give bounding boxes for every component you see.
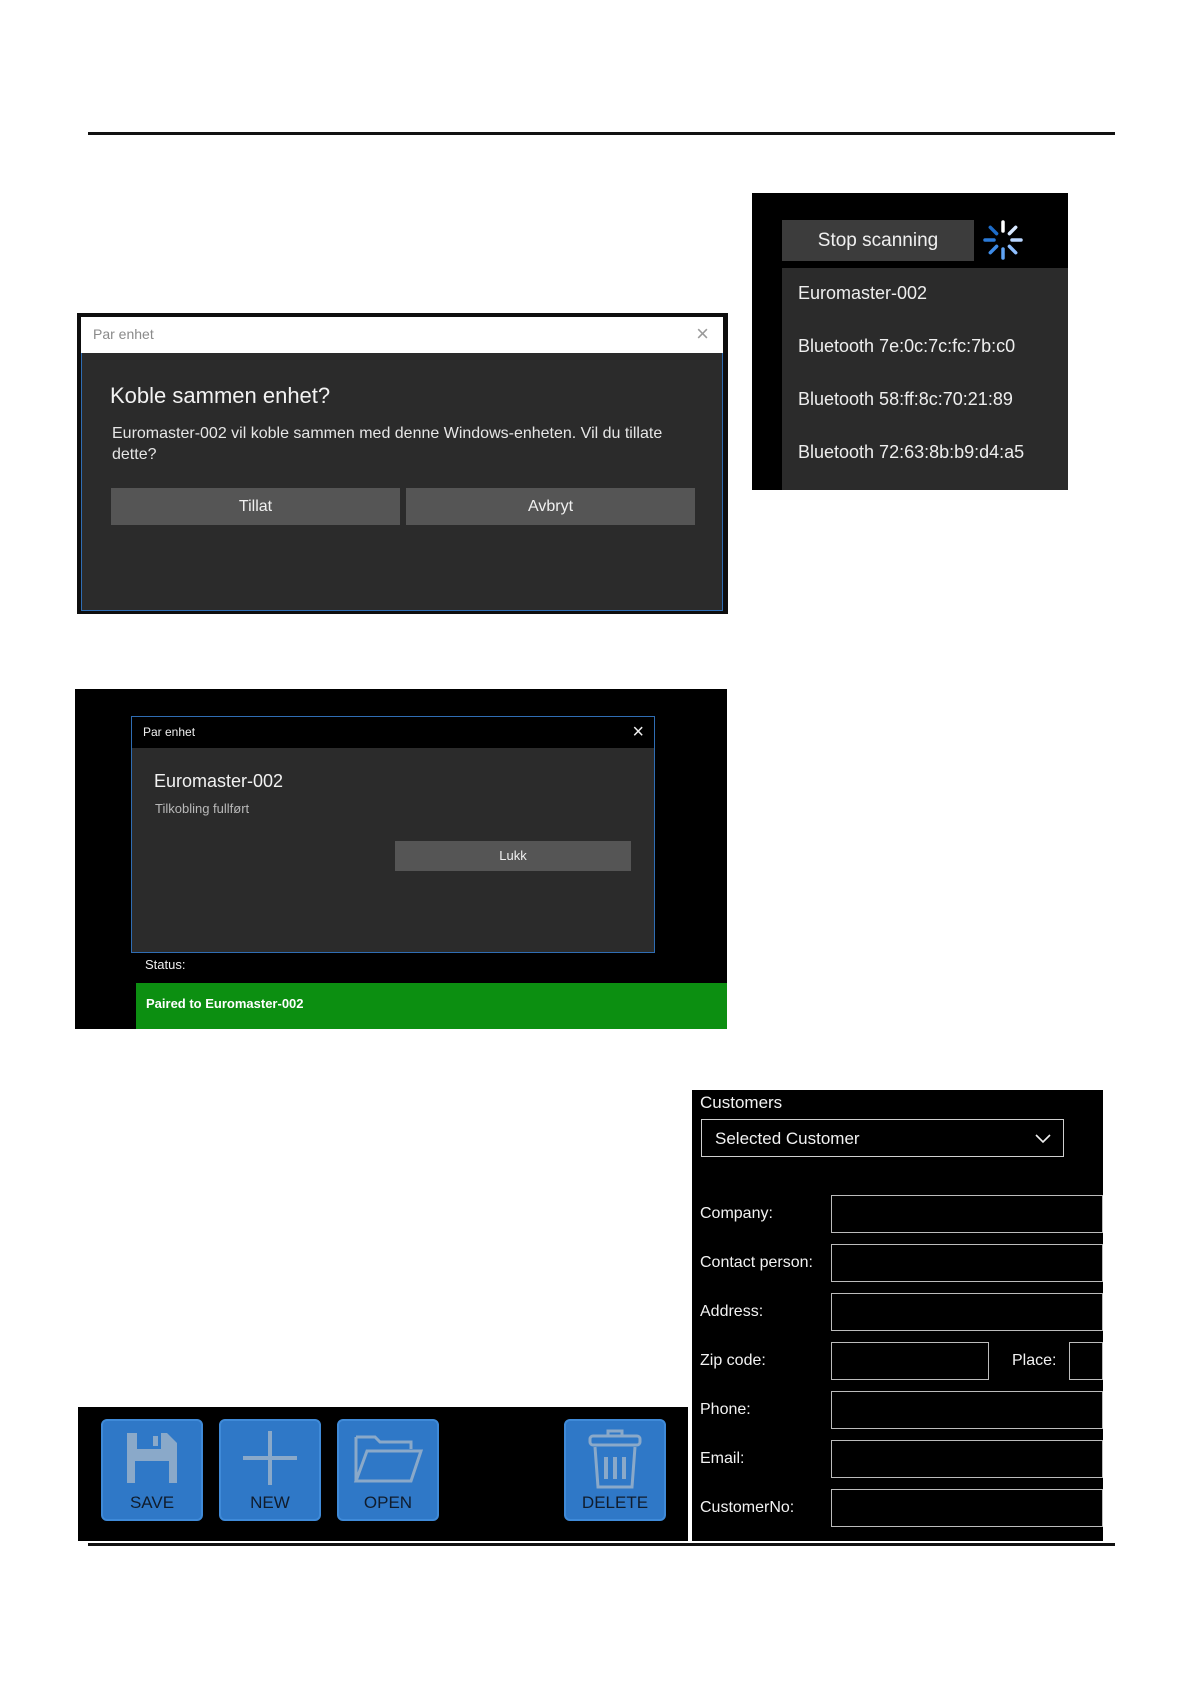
- dialog-body: Koble sammen enhet? Euromaster-002 vil k…: [81, 353, 723, 611]
- device-list: Euromaster-002 Bluetooth 7e:0c:7c:fc:7b:…: [782, 268, 1068, 490]
- email-field[interactable]: [831, 1440, 1103, 1478]
- customers-header: Customers: [700, 1093, 783, 1112]
- zip-code-field[interactable]: [831, 1342, 989, 1380]
- save-label: SAVE: [129, 1493, 175, 1512]
- status-message: Paired to Euromaster-002: [146, 996, 304, 1011]
- customer-form: Customers Selected Customer Company: Con…: [692, 1090, 1103, 1541]
- close-button[interactable]: Lukk: [395, 841, 631, 871]
- chevron-down-icon: [1035, 1134, 1051, 1144]
- trash-icon: [588, 1429, 642, 1489]
- action-toolbar: SAVE NEW OPEN DELETE: [78, 1407, 688, 1541]
- dialog-title: Par enhet: [93, 326, 154, 342]
- dialog-heading: Koble sammen enhet?: [110, 383, 331, 408]
- delete-button[interactable]: DELETE: [564, 1419, 666, 1521]
- loading-spinner-icon: [983, 220, 1023, 260]
- customer-select[interactable]: Selected Customer: [701, 1119, 1064, 1157]
- dialog-titlebar: Par enhet ×: [81, 317, 723, 353]
- scanning-panel: Stop scanning Euromaster-002 Bluetooth 7…: [752, 193, 1068, 490]
- new-button[interactable]: NEW: [219, 1419, 321, 1521]
- folder-open-icon: [353, 1435, 423, 1483]
- place-field[interactable]: [1069, 1342, 1103, 1380]
- pairing-complete-window: Par enhet × Euromaster-002 Tilkobling fu…: [75, 689, 727, 1029]
- pairing-complete-dialog: Par enhet × Euromaster-002 Tilkobling fu…: [131, 716, 655, 953]
- list-item[interactable]: Bluetooth 7e:0c:7c:fc:7b:c0: [798, 336, 1015, 357]
- plus-icon: [243, 1431, 297, 1485]
- address-label: Address:: [700, 1303, 764, 1320]
- dialog-titlebar: Par enhet ×: [132, 717, 654, 748]
- status-bar: Paired to Euromaster-002: [136, 983, 727, 1029]
- company-field[interactable]: [831, 1195, 1103, 1233]
- save-button[interactable]: SAVE: [101, 1419, 203, 1521]
- connection-status-text: Tilkobling fullført: [155, 801, 250, 816]
- customer-select-value: Selected Customer: [715, 1129, 860, 1148]
- company-label: Company:: [700, 1205, 773, 1222]
- email-label: Email:: [700, 1450, 745, 1467]
- bottom-rule: [88, 1543, 1115, 1546]
- pair-device-dialog: Par enhet × Koble sammen enhet? Euromast…: [77, 313, 728, 614]
- place-label: Place:: [1012, 1352, 1057, 1369]
- list-item[interactable]: Euromaster-002: [798, 283, 927, 304]
- delete-label: DELETE: [581, 1493, 649, 1512]
- top-rule: [88, 132, 1115, 135]
- customer-no-field[interactable]: [831, 1489, 1103, 1527]
- cancel-button[interactable]: Avbryt: [406, 488, 695, 525]
- list-item[interactable]: Bluetooth 58:ff:8c:70:21:89: [798, 389, 1013, 410]
- zip-code-label: Zip code:: [700, 1352, 766, 1369]
- dialog-message: Euromaster-002 vil koble sammen med denn…: [112, 425, 663, 463]
- phone-label: Phone:: [700, 1401, 751, 1418]
- open-button[interactable]: OPEN: [337, 1419, 439, 1521]
- save-icon: [127, 1433, 177, 1483]
- customer-no-label: CustomerNo:: [700, 1499, 795, 1516]
- close-icon[interactable]: ×: [632, 719, 644, 745]
- allow-button[interactable]: Tillat: [111, 488, 400, 525]
- device-name: Euromaster-002: [154, 771, 284, 791]
- address-field[interactable]: [831, 1293, 1103, 1331]
- phone-field[interactable]: [831, 1391, 1103, 1429]
- status-label: Status:: [145, 957, 186, 972]
- contact-person-field[interactable]: [831, 1244, 1103, 1282]
- stop-scanning-button[interactable]: Stop scanning: [782, 220, 974, 261]
- new-label: NEW: [250, 1493, 290, 1512]
- open-label: OPEN: [363, 1493, 413, 1512]
- contact-person-label: Contact person:: [700, 1254, 813, 1271]
- list-item[interactable]: Bluetooth 72:63:8b:b9:d4:a5: [798, 442, 1024, 463]
- close-icon[interactable]: ×: [696, 321, 709, 347]
- dialog-title: Par enhet: [143, 725, 196, 739]
